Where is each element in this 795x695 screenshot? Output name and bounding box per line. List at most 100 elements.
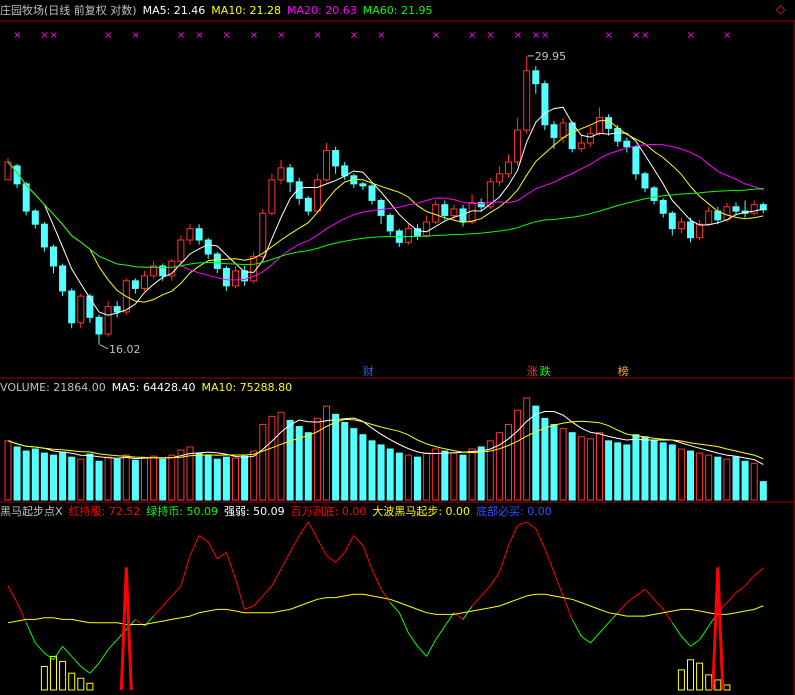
volume-bar-down xyxy=(304,432,312,501)
list-tag: 榜 xyxy=(618,364,629,378)
candle-up xyxy=(323,150,330,181)
signal-marker: × xyxy=(50,30,58,41)
strength-segment xyxy=(644,588,655,600)
volume-bar-down xyxy=(668,444,676,501)
candle-down xyxy=(95,316,103,335)
strength-segment xyxy=(489,572,500,587)
signal-marker: × xyxy=(277,30,285,41)
volume-bar-down xyxy=(286,419,294,501)
candle-down xyxy=(386,214,394,232)
bottom-signal-bar xyxy=(86,682,94,691)
candle-down xyxy=(341,165,349,177)
volume-ma10: MA10: 75288.80 xyxy=(201,381,293,394)
strength-segment xyxy=(25,622,36,644)
candle-down xyxy=(213,253,221,269)
finance-tag: 财 xyxy=(363,364,374,378)
volume-bar-up xyxy=(523,397,531,501)
volume-bar-down xyxy=(568,432,576,501)
volume-bar-up xyxy=(514,409,522,501)
candle-up xyxy=(277,167,285,181)
candle-down xyxy=(414,228,421,236)
strength-segment xyxy=(508,525,519,546)
candle-down xyxy=(332,150,340,167)
candle-down xyxy=(222,267,230,287)
candle-up xyxy=(259,212,267,257)
candle-up xyxy=(596,117,603,135)
strength-segment xyxy=(253,595,264,607)
candle-down xyxy=(377,199,385,216)
volume-bar-down xyxy=(386,448,394,501)
volume-bar-down xyxy=(632,434,640,501)
strength-segment xyxy=(635,588,646,597)
candle-up xyxy=(523,70,531,131)
volume-bar-down xyxy=(59,451,67,501)
candle-down xyxy=(759,204,767,211)
candle-up xyxy=(313,179,321,212)
diamond-icon[interactable]: ◇ xyxy=(776,3,785,16)
volume-bar-down xyxy=(741,460,749,501)
volume-bar-down xyxy=(641,436,649,501)
volume-bar-down xyxy=(395,452,403,501)
volume-bar-up xyxy=(423,452,431,501)
signal-marker: × xyxy=(468,30,476,41)
candle-down xyxy=(541,83,549,126)
candle-up xyxy=(677,221,685,230)
candle-down xyxy=(304,197,312,212)
candle-down xyxy=(86,295,94,318)
candle-down xyxy=(131,280,139,289)
candle-up xyxy=(559,122,567,138)
candle-down xyxy=(632,146,640,175)
signal-marker: × xyxy=(313,30,321,41)
strength-segment xyxy=(517,521,527,526)
candle-up xyxy=(141,275,148,289)
strength-segment xyxy=(335,551,346,563)
candle-up xyxy=(232,270,239,287)
volume-bar-down xyxy=(159,458,167,501)
signal-marker: × xyxy=(514,30,522,41)
candle-up xyxy=(750,204,758,214)
strength-segment xyxy=(280,552,291,570)
strength-segment xyxy=(180,555,191,586)
strength-segment xyxy=(726,592,737,603)
volume-bar-up xyxy=(586,438,594,501)
volume-bar-up xyxy=(141,457,148,501)
candle-up xyxy=(423,221,431,236)
strength-segment xyxy=(735,585,746,593)
candle-up xyxy=(450,208,458,216)
volume-bar-up xyxy=(122,454,130,501)
bottom-signal-bar xyxy=(677,669,685,691)
strength-segment xyxy=(71,656,82,667)
signal-marker: × xyxy=(687,30,695,41)
strength-segment xyxy=(162,595,173,607)
candle-down xyxy=(668,212,676,230)
volume-bar-up xyxy=(450,452,458,501)
strength-segment xyxy=(590,632,600,644)
bottom-spike xyxy=(119,567,133,691)
bottom-signal-bar xyxy=(40,665,48,691)
candle-down xyxy=(732,206,740,212)
signal-marker: × xyxy=(486,30,494,41)
strength-segment xyxy=(681,635,691,647)
strength-segment xyxy=(98,649,109,664)
volume-bar-up xyxy=(259,424,267,501)
stock-chart: 29.95 16.02 财 涨跌 榜 × × × × × × × × × × × × × × × × × × × × × × × × xyxy=(0,20,795,695)
candle-down xyxy=(659,199,667,214)
strength-segment xyxy=(34,642,45,654)
volume-bar-up xyxy=(77,458,85,501)
candle-down xyxy=(113,306,121,313)
candle-up xyxy=(186,228,194,241)
strength-segment xyxy=(7,585,18,603)
strength-segment xyxy=(471,595,482,607)
strength-segment xyxy=(407,632,418,647)
candle-up xyxy=(723,206,731,221)
bottom-signal-bar xyxy=(59,660,67,691)
strength-segment xyxy=(690,639,700,647)
signal-marker: × xyxy=(377,30,385,41)
volume-bar-down xyxy=(50,454,57,501)
candle-down xyxy=(286,167,294,183)
strength-segment xyxy=(553,572,564,597)
volume-bar-down xyxy=(22,450,30,501)
candle-up xyxy=(705,210,713,225)
candle-up xyxy=(432,204,440,223)
strength-segment xyxy=(544,548,555,573)
